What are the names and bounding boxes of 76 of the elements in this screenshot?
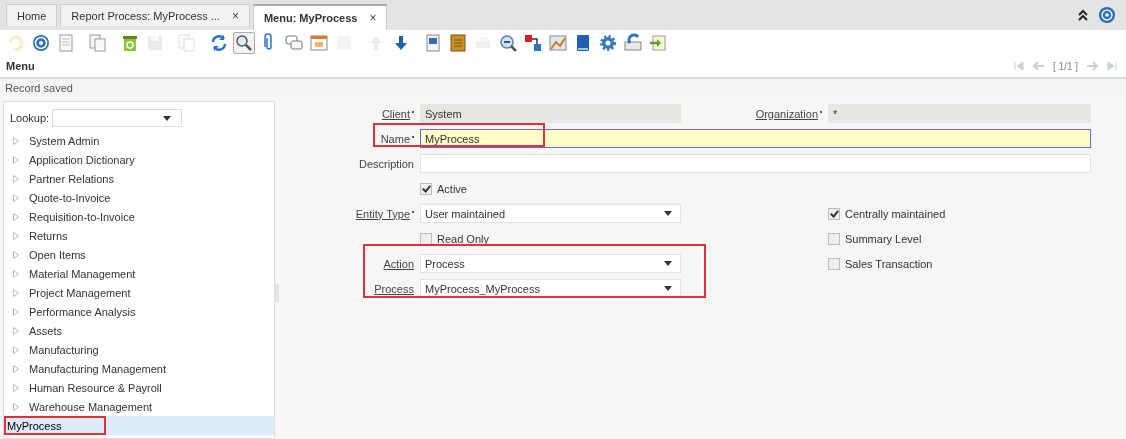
name-field[interactable]: MyProcess	[420, 129, 1091, 148]
tree-item[interactable]: Returns	[4, 226, 274, 245]
expand-icon[interactable]	[13, 193, 19, 202]
close-icon[interactable]: ×	[369, 11, 377, 25]
tree-item[interactable]: Assets	[4, 321, 274, 340]
checkbox[interactable]: Centrally maintained	[828, 207, 1091, 220]
export-icon[interactable]	[622, 31, 644, 54]
tree-item[interactable]: Performance Analysis	[4, 302, 274, 321]
client-field[interactable]: System	[420, 104, 681, 123]
organization-field[interactable]: *	[828, 104, 1091, 123]
tree-item[interactable]: Open Items	[4, 245, 274, 264]
tree-item[interactable]: Manufacturing Management	[4, 359, 274, 378]
checkbox[interactable]: Read Only	[420, 232, 681, 245]
entity-type-dropdown[interactable]: User maintained	[420, 204, 681, 223]
tab-label: Menu: MyProcess	[263, 12, 358, 24]
tree-item[interactable]: Project Management	[4, 283, 274, 302]
expand-icon[interactable]	[13, 269, 19, 278]
tree-item[interactable]: Material Management	[4, 264, 274, 283]
description-field[interactable]	[420, 154, 1091, 173]
field-label: Client	[281, 107, 414, 120]
field-label: Organization	[687, 107, 822, 120]
action-dropdown[interactable]: Process	[420, 254, 681, 273]
expand-icon[interactable]	[13, 212, 19, 221]
field-label: Action	[382, 257, 414, 270]
expand-icon[interactable]	[13, 136, 19, 145]
help-icon[interactable]	[1098, 6, 1116, 24]
tab-label: Report Process: MyProcess ...	[71, 9, 220, 22]
field-label: Process	[373, 282, 414, 295]
expand-icon[interactable]	[13, 383, 19, 392]
tab-label: Home	[17, 9, 47, 22]
expand-icon[interactable]	[13, 250, 19, 259]
dropdown-icon	[163, 115, 172, 121]
expand-icon[interactable]	[13, 155, 19, 164]
window-title: Menu	[6, 60, 35, 72]
lookup-label: Lookup:	[10, 112, 50, 124]
expand-icon[interactable]	[13, 231, 19, 240]
next-record-icon[interactable]	[1086, 60, 1098, 72]
copy-icon[interactable]	[87, 31, 109, 54]
field-label: Name	[281, 132, 414, 145]
tree-item[interactable]: Requisition-to-Invoice	[4, 207, 274, 226]
checkbox[interactable]: Active	[420, 182, 681, 195]
tree-item[interactable]: Human Resource & Payroll	[4, 378, 274, 397]
field-label: Description	[357, 157, 414, 170]
expand-icon[interactable]	[13, 288, 19, 297]
expand-icon[interactable]	[13, 364, 19, 373]
previous-record-icon[interactable]	[1033, 60, 1045, 72]
tab[interactable]: Home	[6, 4, 58, 26]
tree-item[interactable]: Partner Relations	[4, 169, 274, 188]
expand-icon[interactable]	[13, 326, 19, 335]
collapse-icon[interactable]	[1076, 8, 1090, 22]
record-counter: [ 1/1 ]	[1053, 60, 1078, 72]
tree-item[interactable]: MyProcess	[4, 416, 274, 435]
close-icon[interactable]: ×	[231, 8, 239, 23]
tree-item[interactable]: Application Dictionary	[4, 150, 274, 169]
search-icon[interactable]	[233, 31, 255, 54]
tree-item[interactable]: Manufacturing	[4, 340, 274, 359]
checkbox[interactable]: Summary Level	[828, 232, 1091, 245]
expand-icon[interactable]	[13, 174, 19, 183]
tree-item[interactable]: Warehouse Management	[4, 397, 274, 416]
expand-icon[interactable]	[13, 345, 19, 354]
first-record-icon[interactable]	[1013, 60, 1025, 72]
checkbox[interactable]: Sales Transaction	[828, 257, 1091, 270]
expand-icon[interactable]	[13, 307, 19, 316]
dropdown-icon	[664, 286, 672, 291]
last-record-icon[interactable]	[1106, 60, 1118, 72]
tab[interactable]: Menu: MyProcess ×	[252, 4, 388, 30]
status-message: Record saved	[5, 81, 73, 94]
tree-item[interactable]: System Admin	[4, 131, 274, 150]
expand-icon[interactable]	[13, 402, 19, 411]
dropdown-icon	[664, 211, 672, 216]
field-label: Entity Type	[281, 207, 414, 220]
archive-icon[interactable]	[447, 31, 469, 54]
dropdown-icon	[664, 261, 672, 266]
lookup-field[interactable]	[52, 109, 183, 127]
tab[interactable]: Report Process: MyProcess ... ×	[60, 4, 250, 26]
tree-item[interactable]: Quote-to-Invoice	[4, 188, 274, 207]
